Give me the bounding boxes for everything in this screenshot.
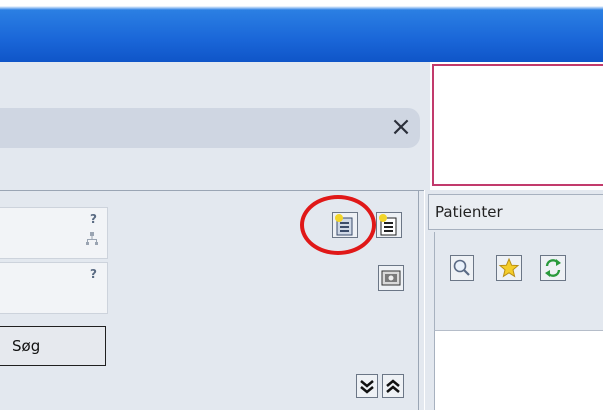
help-icon[interactable]: ?: [90, 267, 97, 281]
image-icon: [381, 270, 401, 286]
collapse-up-icon: [386, 379, 400, 393]
refresh-icon: [545, 259, 561, 277]
hierarchy-icon[interactable]: [85, 232, 99, 246]
patient-favorite-button[interactable]: [496, 255, 522, 281]
preview-box: [432, 64, 603, 186]
expand-button[interactable]: [356, 374, 378, 398]
expand-down-icon: [360, 380, 374, 394]
clear-search-icon[interactable]: ×: [386, 112, 416, 142]
new-document-alt-button[interactable]: [376, 212, 402, 238]
divider: [418, 190, 419, 410]
criteria-field[interactable]: ?: [0, 207, 108, 259]
search-input[interactable]: [0, 108, 420, 148]
criteria-field[interactable]: ?: [0, 262, 108, 314]
patients-header: Patienter: [428, 194, 603, 230]
patient-refresh-button[interactable]: [540, 255, 566, 281]
divider: [0, 190, 424, 191]
help-icon[interactable]: ?: [90, 212, 97, 226]
new-document-alt-icon: [379, 214, 397, 236]
collapse-button[interactable]: [382, 374, 404, 398]
new-document-button[interactable]: [332, 212, 358, 238]
star-icon: [498, 257, 520, 278]
divider: [424, 190, 425, 410]
search-icon: [453, 259, 470, 276]
search-button[interactable]: Søg: [0, 326, 106, 366]
window-titlebar: [0, 0, 603, 62]
patients-list[interactable]: [434, 330, 603, 410]
patient-search-button[interactable]: [450, 255, 474, 281]
new-document-icon: [335, 214, 353, 236]
image-button[interactable]: [378, 265, 404, 291]
